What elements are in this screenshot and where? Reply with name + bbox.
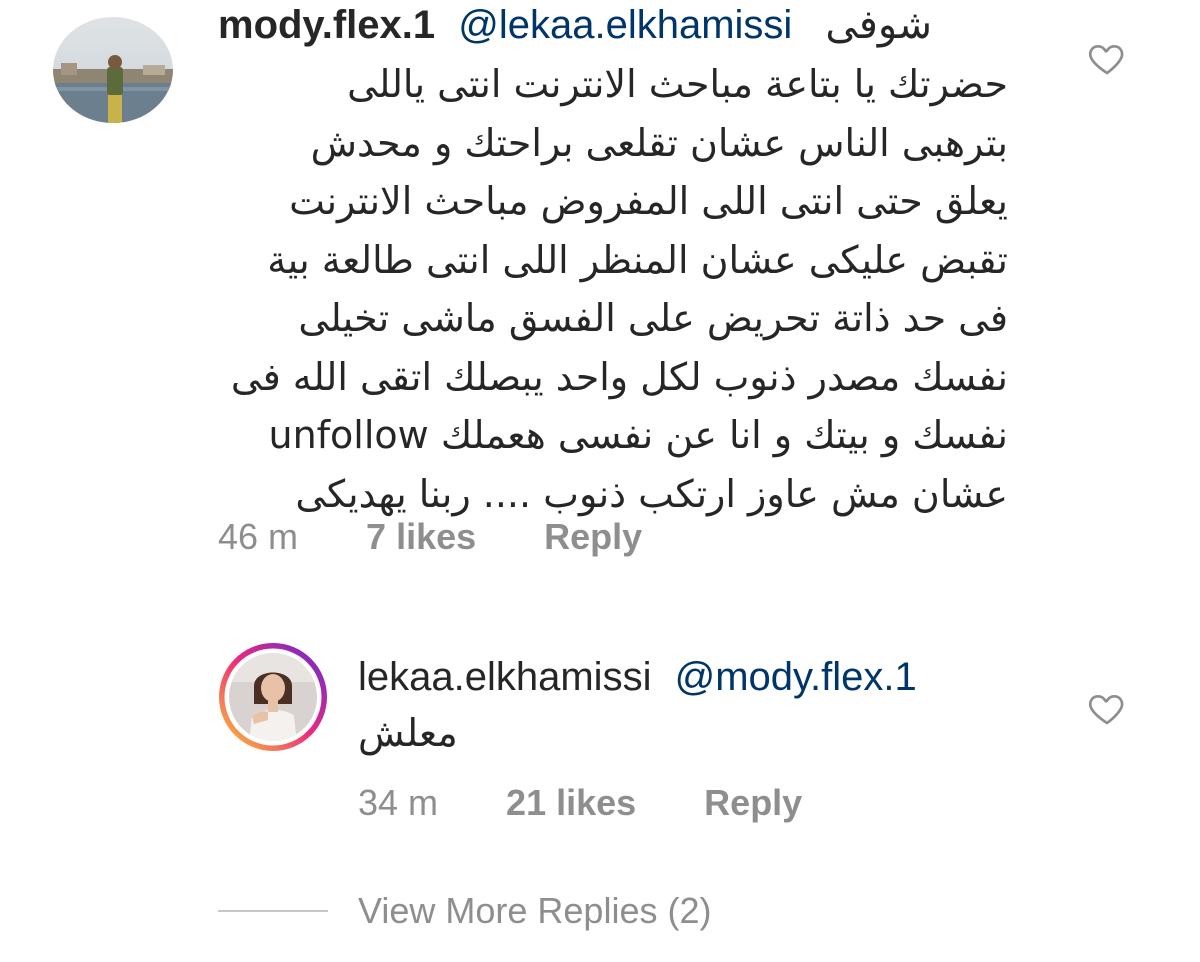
heart-outline-icon[interactable] (1087, 688, 1127, 728)
comment-text-first-line: شوفى (825, 3, 933, 47)
comment-text-line: حضرتك يا بتاعة مباحث الانترنت انتى ياللى (347, 62, 1008, 106)
comment-text-line: تقبض عليكى عشان المنظر اللى انتى طالعة ب… (267, 237, 1008, 282)
comment-text-line: نفسك مصدر ذنوب لكل واحد يبصلك اتقى الله … (230, 354, 1008, 399)
view-more-replies-button[interactable]: View More Replies (2) (218, 890, 711, 932)
reply-text-line: معلش (358, 711, 458, 755)
reply-button[interactable]: Reply (544, 516, 642, 558)
comment-username[interactable]: mody.flex.1 (218, 3, 435, 47)
avatar[interactable] (53, 17, 173, 123)
reply-button[interactable]: Reply (704, 782, 802, 824)
comment-text-line: بترهبى الناس عشان تقلعى براحتك و محدش (310, 120, 1008, 165)
mention-link[interactable]: @mody.flex.1 (675, 655, 917, 699)
comment-text-line: فى حد ذاتة تحريض على الفسق ماشى تخيلى (298, 296, 1008, 340)
avatar-photo-icon (219, 643, 327, 751)
comment-timestamp: 46 m (218, 516, 299, 557)
comment-text-line: عشان مش عاوز ارتكب ذنوب .... ربنا يهديكى (295, 471, 1008, 516)
heart-outline-icon[interactable] (1087, 38, 1127, 78)
reply-text: معلش (358, 704, 458, 763)
mention-link[interactable]: @lekaa.elkhamissi (458, 3, 792, 47)
avatar-photo-icon (53, 17, 173, 123)
avatar-story-ring[interactable] (218, 642, 328, 752)
comment-text-line: يعلق حتى انتى اللى المفروض مباحث الانترن… (289, 179, 1008, 223)
likes-count-button[interactable]: 7 likes (366, 516, 476, 558)
reply-timestamp: 34 m (358, 782, 439, 823)
divider-line (218, 910, 328, 912)
comment-text-line: نفسك و بيتك و انا عن نفسى هعملك unfollow (268, 413, 1008, 457)
reply-username[interactable]: lekaa.elkhamissi (358, 655, 651, 699)
likes-count-button[interactable]: 21 likes (506, 782, 636, 824)
comment-text: حضرتك يا بتاعة مباحث الانترنت انتى ياللى… (218, 55, 1008, 523)
view-more-replies-label: View More Replies (2) (358, 890, 712, 931)
